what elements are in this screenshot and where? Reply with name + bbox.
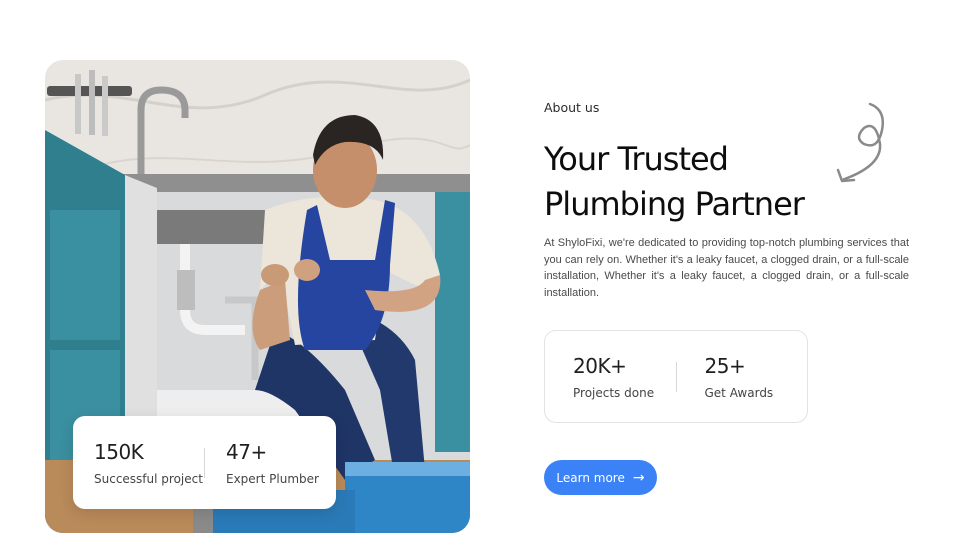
stat-projects-done: 20K+ Projects done bbox=[545, 354, 676, 400]
section-eyebrow: About us bbox=[544, 100, 600, 115]
heading-line-1: Your Trusted bbox=[544, 140, 729, 178]
learn-more-label: Learn more bbox=[556, 470, 625, 485]
arrow-right-icon: → bbox=[632, 469, 645, 486]
stat-value: 47+ bbox=[226, 439, 267, 464]
stat-label: Projects done bbox=[573, 385, 655, 400]
stat-label: Successful project bbox=[94, 471, 203, 486]
stat-label: Expert Plumber bbox=[226, 471, 319, 486]
photo-stats-card: 150K Successful project 47+ Expert Plumb… bbox=[73, 416, 336, 509]
stat-expert-plumbers: 47+ Expert Plumber bbox=[205, 440, 336, 486]
section-description: At ShyloFixi, we're dedicated to providi… bbox=[544, 237, 909, 299]
stat-label: Get Awards bbox=[704, 385, 774, 400]
stat-successful-projects: 150K Successful project bbox=[73, 440, 204, 486]
stat-value: 25+ bbox=[704, 353, 746, 378]
stat-value: 150K bbox=[94, 439, 144, 464]
section-heading: Your Trusted Plumbing Partner bbox=[544, 137, 864, 227]
stat-awards: 25+ Get Awards bbox=[677, 354, 808, 400]
learn-more-button[interactable]: Learn more → bbox=[544, 460, 657, 495]
heading-line-2: Plumbing Partner bbox=[544, 185, 805, 223]
company-stats-card: 20K+ Projects done 25+ Get Awards bbox=[544, 330, 808, 423]
stat-value: 20K+ bbox=[573, 353, 627, 378]
